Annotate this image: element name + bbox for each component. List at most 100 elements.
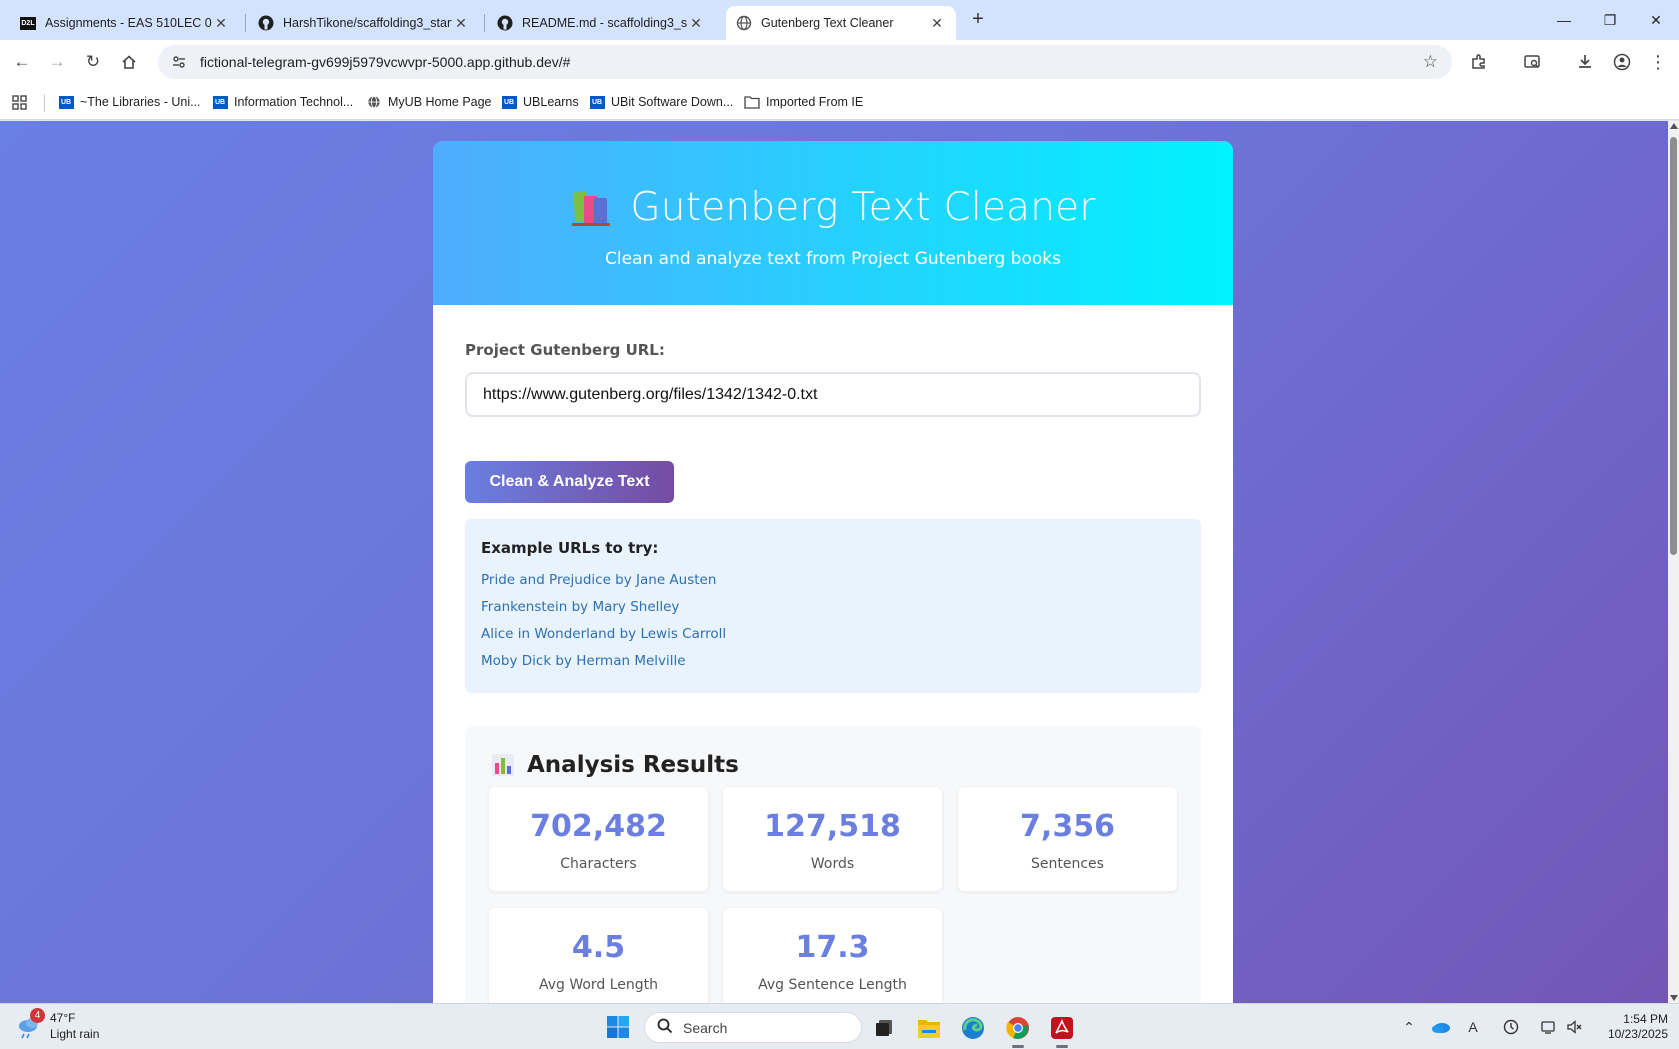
- language-icon[interactable]: A: [1462, 1016, 1484, 1038]
- tab-title: README.md - scaffolding3_starter: [522, 16, 687, 30]
- examples-heading: Example URLs to try:: [481, 539, 659, 557]
- github-icon: [258, 15, 274, 31]
- windows-taskbar: 4 47°F Light rain Search ⌃ A 1:54 PM 10/…: [0, 1003, 1679, 1049]
- home-icon[interactable]: [116, 49, 142, 75]
- weather-temperature: 47°F: [50, 1011, 76, 1025]
- tab-gutenberg-cleaner[interactable]: Gutenberg Text Cleaner ✕: [726, 6, 956, 40]
- weather-badge: 4: [30, 1008, 45, 1023]
- app-card: Gutenberg Text Cleaner Clean and analyze…: [433, 141, 1233, 1003]
- ub-icon: UB: [58, 95, 74, 109]
- example-link-moby-dick[interactable]: Moby Dick by Herman Melville: [481, 648, 1185, 675]
- stat-value: 4.5: [571, 930, 626, 965]
- restore-icon[interactable]: ❐: [1590, 8, 1630, 32]
- acrobat-reader-icon[interactable]: [1046, 1012, 1078, 1048]
- bookmark-imported-from-ie[interactable]: Imported From IE: [744, 92, 863, 112]
- site-info-icon[interactable]: [164, 54, 194, 70]
- more-menu-icon[interactable]: ⋮: [1646, 50, 1670, 74]
- bookmark-myub[interactable]: MyUB Home Page: [366, 92, 492, 112]
- extensions-icon[interactable]: [1467, 50, 1491, 74]
- close-icon[interactable]: ✕: [928, 15, 946, 32]
- globe-icon: [366, 95, 382, 109]
- file-explorer-icon[interactable]: [913, 1012, 945, 1044]
- d2l-icon: D2L: [20, 15, 36, 31]
- stat-label: Words: [810, 856, 855, 872]
- bookmark-ubit-software[interactable]: UB UBit Software Down...: [589, 92, 733, 112]
- tab-title: Gutenberg Text Cleaner: [761, 16, 894, 30]
- tab-readme[interactable]: README.md - scaffolding3_starter ✕: [487, 6, 715, 40]
- system-clock[interactable]: 1:54 PM 10/23/2025: [1588, 1012, 1668, 1042]
- tab-github-repo[interactable]: HarshTikone/scaffolding3_starter ✕: [248, 6, 480, 40]
- stat-label: Characters: [560, 856, 637, 872]
- stat-label: Sentences: [1031, 856, 1104, 872]
- taskbar-search[interactable]: Search: [644, 1012, 862, 1043]
- weather-widget[interactable]: 4 47°F Light rain: [16, 1008, 100, 1042]
- bookmark-ublearns[interactable]: UB UBLearns: [501, 92, 579, 112]
- chrome-browser-icon[interactable]: [1002, 1012, 1034, 1048]
- back-arrow-icon[interactable]: ←: [9, 49, 35, 75]
- bookmark-label: Imported From IE: [766, 95, 864, 109]
- tab-title: Assignments - EAS 510LEC 001 -: [45, 16, 212, 30]
- page-scrollbar[interactable]: [1668, 121, 1679, 1003]
- stat-value: 7,356: [1020, 809, 1115, 844]
- bookmarks-bar: UB ~The Libraries - Uni... UB Informatio…: [0, 84, 1679, 120]
- example-link-pride-prejudice[interactable]: Pride and Prejudice by Jane Austen: [481, 567, 1185, 594]
- app-subtitle: Clean and analyze text from Project Gute…: [605, 249, 1061, 269]
- example-urls-panel: Example URLs to try: Pride and Prejudice…: [465, 519, 1201, 693]
- results-heading: Analysis Results: [527, 752, 739, 778]
- tab-title: HarshTikone/scaffolding3_starter: [283, 16, 452, 30]
- close-icon[interactable]: ✕: [452, 15, 470, 32]
- stat-value: 127,518: [764, 809, 901, 844]
- scrollbar-thumb[interactable]: [1670, 137, 1677, 555]
- bookmark-information-technology[interactable]: UB Information Technol...: [212, 92, 353, 112]
- tab-separator: [245, 14, 246, 32]
- scroll-down-arrow-icon[interactable]: [1670, 995, 1678, 1001]
- clock-time: 1:54 PM: [1623, 1012, 1668, 1026]
- focus-icon[interactable]: [1500, 1016, 1522, 1038]
- forward-arrow-icon[interactable]: →: [44, 49, 70, 75]
- example-link-frankenstein[interactable]: Frankenstein by Mary Shelley: [481, 594, 1185, 621]
- network-icon[interactable]: [1538, 1016, 1560, 1038]
- bookmark-libraries[interactable]: UB ~The Libraries - Uni...: [58, 92, 201, 112]
- clean-analyze-button[interactable]: Clean & Analyze Text: [465, 461, 674, 503]
- onedrive-icon[interactable]: [1430, 1016, 1452, 1038]
- close-icon[interactable]: ✕: [687, 15, 705, 32]
- bookmark-star-icon[interactable]: ☆: [1423, 52, 1438, 72]
- tab-assignments[interactable]: D2L Assignments - EAS 510LEC 001 - ✕: [10, 6, 240, 40]
- bookmarks-divider: [44, 94, 45, 112]
- download-icon[interactable]: [1573, 50, 1597, 74]
- bar-chart-icon: [491, 753, 515, 777]
- new-tab-button[interactable]: +: [966, 8, 990, 32]
- edge-browser-icon[interactable]: [957, 1012, 989, 1044]
- address-text: fictional-telegram-gv699j5979vcwvpr-5000…: [200, 54, 571, 70]
- reload-icon[interactable]: ↻: [80, 49, 106, 75]
- tab-strip: D2L Assignments - EAS 510LEC 001 - ✕ Har…: [0, 0, 1679, 40]
- globe-icon: [736, 15, 752, 31]
- tab-separator: [484, 14, 485, 32]
- stat-label: Avg Sentence Length: [758, 977, 907, 993]
- stat-card-avg-word-length: 4.5 Avg Word Length: [489, 908, 708, 1003]
- bookmark-label: UBit Software Down...: [611, 95, 734, 109]
- speaker-muted-icon[interactable]: [1563, 1016, 1585, 1038]
- minimize-icon[interactable]: —: [1544, 8, 1584, 32]
- app-header: Gutenberg Text Cleaner Clean and analyze…: [433, 141, 1233, 305]
- rain-cloud-icon: 4: [16, 1008, 45, 1040]
- address-bar[interactable]: fictional-telegram-gv699j5979vcwvpr-5000…: [158, 45, 1452, 79]
- stat-value: 17.3: [795, 930, 870, 965]
- page-viewport: Gutenberg Text Cleaner Clean and analyze…: [0, 121, 1668, 1003]
- books-icon: [570, 188, 612, 228]
- profile-icon[interactable]: [1610, 50, 1634, 74]
- gutenberg-url-input[interactable]: [465, 372, 1201, 417]
- apps-grid-icon[interactable]: [12, 92, 27, 112]
- tab-search-icon[interactable]: [1520, 50, 1544, 74]
- window-close-icon[interactable]: ✕: [1636, 8, 1676, 32]
- scroll-up-arrow-icon[interactable]: [1670, 123, 1678, 129]
- clock-date: 10/23/2025: [1607, 1027, 1668, 1041]
- stat-card-avg-sentence-length: 17.3 Avg Sentence Length: [723, 908, 942, 1003]
- search-icon: [657, 1018, 673, 1037]
- example-link-alice[interactable]: Alice in Wonderland by Lewis Carroll: [481, 621, 1185, 648]
- chevron-up-icon[interactable]: ⌃: [1398, 1016, 1420, 1038]
- task-view-icon[interactable]: [868, 1012, 900, 1044]
- weather-description: Light rain: [50, 1027, 100, 1041]
- close-icon[interactable]: ✕: [212, 15, 230, 32]
- windows-start-icon[interactable]: [606, 1015, 630, 1039]
